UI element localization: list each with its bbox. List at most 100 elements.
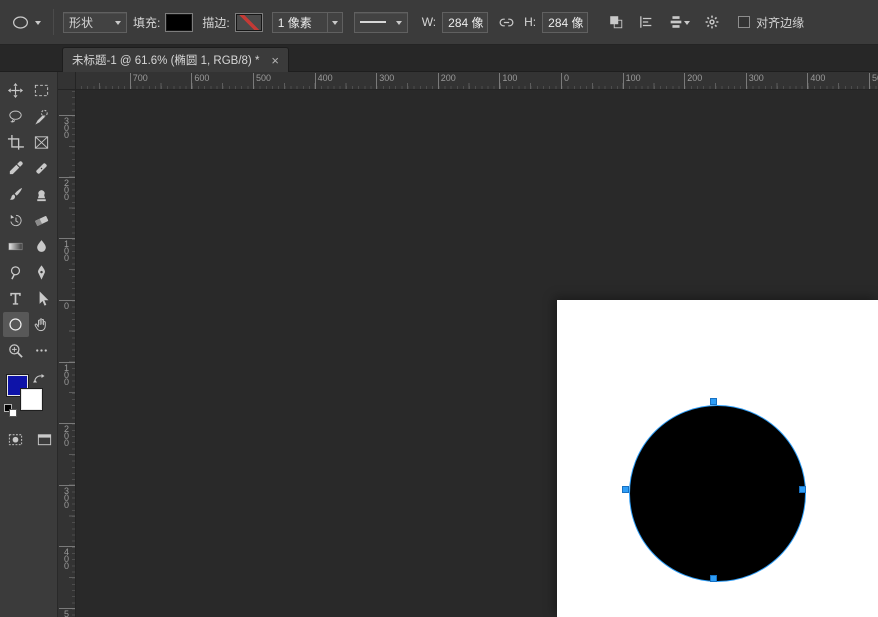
stroke-type-select[interactable] xyxy=(353,11,408,33)
crop-tool-icon xyxy=(7,134,24,150)
pen-tool[interactable] xyxy=(29,260,55,285)
anchor-point-bottom[interactable] xyxy=(710,574,717,582)
hand-tool-icon xyxy=(34,318,46,332)
ruler-h-label: 100 xyxy=(622,73,641,89)
ruler-v-label: 500 xyxy=(58,608,75,617)
marquee-tool-icon xyxy=(34,84,49,97)
toolbar-bottom-buttons xyxy=(0,431,57,453)
stroke-swatch[interactable] xyxy=(235,13,262,31)
healing-tool-icon xyxy=(36,163,47,174)
tools-panel xyxy=(0,72,58,617)
path-select-tool-icon xyxy=(39,291,49,306)
ruler-v-label: 200 xyxy=(58,176,75,201)
path-select-tool[interactable] xyxy=(29,286,55,311)
stroke-width-value: 1 像素 xyxy=(277,15,312,30)
ruler-h-label: 100 xyxy=(499,73,517,89)
ellipse-preset-icon xyxy=(13,15,28,29)
gradient-tool[interactable] xyxy=(3,234,29,259)
path-operations-icon xyxy=(610,16,623,29)
crop-tool[interactable] xyxy=(3,130,29,155)
document-canvas[interactable] xyxy=(557,300,878,617)
more-tools[interactable] xyxy=(29,338,55,363)
tool-mode-select[interactable]: 形状 xyxy=(63,11,127,33)
ruler-v-label: 0 xyxy=(58,300,75,311)
background-color-swatch[interactable] xyxy=(21,389,42,410)
tool-grid xyxy=(0,78,57,363)
shape-width-input[interactable]: 284 像 xyxy=(442,11,489,33)
chevron-down-icon xyxy=(35,20,41,28)
pen-tool-icon xyxy=(38,265,45,280)
quick-mask-icon xyxy=(8,434,23,446)
history-brush-tool[interactable] xyxy=(3,208,29,233)
link-dimensions-button[interactable] xyxy=(494,11,518,33)
quick-mask-button[interactable] xyxy=(7,431,24,453)
eyedropper-tool[interactable] xyxy=(3,156,29,181)
ruler-h-label: 500 xyxy=(253,73,271,89)
healing-tool[interactable] xyxy=(29,156,55,181)
more-tools-icon xyxy=(36,349,47,352)
ruler-v-label: 400 xyxy=(58,546,75,571)
hand-tool[interactable] xyxy=(29,312,55,337)
stroke-label: 描边: xyxy=(202,15,230,30)
stroke-width-dropdown[interactable] xyxy=(327,11,343,33)
clone-stamp-tool[interactable] xyxy=(29,182,55,207)
clone-stamp-tool-icon xyxy=(37,190,46,202)
eraser-tool[interactable] xyxy=(29,208,55,233)
fill-label: 填充: xyxy=(133,15,161,30)
screen-mode-button[interactable] xyxy=(36,431,53,453)
anchor-point-left[interactable] xyxy=(621,486,629,493)
ruler-v-label: 100 xyxy=(58,361,75,386)
dodge-tool[interactable] xyxy=(3,260,29,285)
ruler-h-label: 600 xyxy=(191,73,209,89)
swap-arrows-icon xyxy=(33,374,45,383)
shape-settings-button[interactable] xyxy=(700,11,724,33)
ellipse-tool-icon xyxy=(9,318,22,331)
ruler-h-label: 300 xyxy=(745,73,764,89)
ruler-origin-corner[interactable] xyxy=(58,72,76,90)
document-tab[interactable]: 未标题-1 @ 61.6% (椭圆 1, RGB/8) * × xyxy=(62,47,290,72)
ruler-h-label: 0 xyxy=(561,73,569,89)
brush-tool[interactable] xyxy=(3,182,29,207)
blur-tool[interactable] xyxy=(29,234,55,259)
ellipse-shape-layer[interactable] xyxy=(628,404,806,582)
align-edges-checkbox[interactable] xyxy=(738,16,751,28)
eraser-tool-icon xyxy=(34,216,49,227)
ruler-horizontal[interactable]: 700 600 500 400 300 200 100 0 100 200 300 400 500 xyxy=(76,72,878,90)
default-colors-button[interactable] xyxy=(4,404,19,419)
zoom-tool[interactable] xyxy=(3,338,29,363)
close-tab-button[interactable]: × xyxy=(271,54,279,67)
options-bar: 形状 填充: 描边: 1 像素 W: 284 像 H: 284 像 对齐边缘 xyxy=(0,0,878,45)
tool-preset-picker[interactable] xyxy=(8,11,44,34)
fill-swatch[interactable] xyxy=(166,13,193,31)
lasso-tool-icon xyxy=(9,110,22,123)
default-white-swatch xyxy=(9,409,17,417)
shape-height-value: 284 像 xyxy=(548,15,584,30)
move-tool[interactable] xyxy=(3,78,29,103)
ruler-v-label: 200 xyxy=(58,423,75,448)
anchor-point-top[interactable] xyxy=(710,397,717,405)
align-icon xyxy=(640,16,652,28)
path-arrangement-button[interactable] xyxy=(664,11,694,33)
frame-tool[interactable] xyxy=(29,130,55,155)
quick-select-tool[interactable] xyxy=(29,104,55,129)
ruler-h-label: 200 xyxy=(684,73,702,89)
ruler-h-label: 200 xyxy=(437,73,456,89)
pasteboard xyxy=(76,90,878,617)
path-operations-button[interactable] xyxy=(604,11,628,33)
path-alignment-button[interactable] xyxy=(634,11,658,33)
stroke-line-sample xyxy=(359,21,386,23)
shape-height-input[interactable]: 284 像 xyxy=(542,11,589,33)
gear-icon xyxy=(705,15,719,29)
marquee-tool[interactable] xyxy=(29,78,55,103)
document-tab-title: 未标题-1 @ 61.6% (椭圆 1, RGB/8) * xyxy=(72,55,260,67)
ruler-vertical[interactable]: 300 200 100 0 100 200 300 400 500 xyxy=(58,90,76,617)
ruler-h-label: 300 xyxy=(376,73,394,89)
type-tool[interactable] xyxy=(3,286,29,311)
width-label: W: xyxy=(421,15,437,29)
stroke-width-input[interactable]: 1 像素 xyxy=(271,11,328,33)
ellipse-tool[interactable] xyxy=(2,312,29,337)
ruler-h-label: 500 xyxy=(869,73,878,89)
document-tab-bar: 未标题-1 @ 61.6% (椭圆 1, RGB/8) * × xyxy=(0,45,878,72)
lasso-tool[interactable] xyxy=(3,104,29,129)
anchor-point-right[interactable] xyxy=(798,486,806,493)
